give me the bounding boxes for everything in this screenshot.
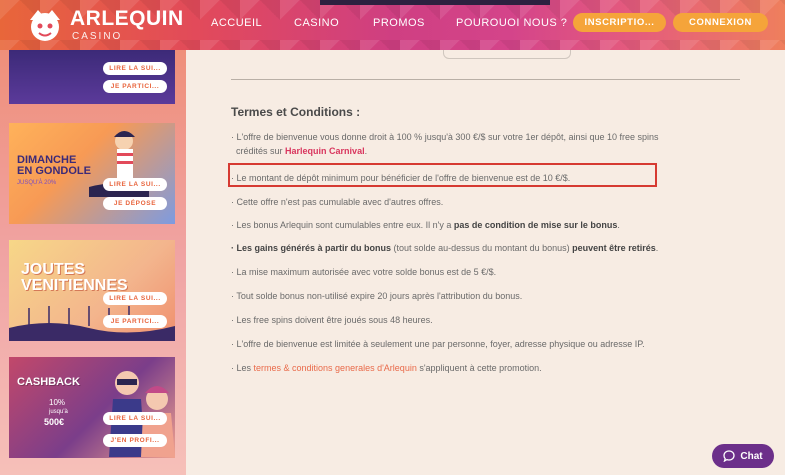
promo-card-joutes[interactable]: JOUTES VENITIENNES LIRE LA SUI... JE PART… [9,240,175,341]
logo-title: ARLEQUIN [70,7,184,30]
inscription-button[interactable]: INSCRIPTIO... [573,13,666,32]
participate-button[interactable]: JE PARTICI... [103,315,167,328]
content-tab-edge [443,50,571,59]
promo-card-cashback[interactable]: CASHBACK 10% jusqu'à 500€ LIRE LA SUI...… [9,357,175,458]
card-title: DIMANCHE EN GONDOLE [17,154,91,177]
card-title: JOUTES VENITIENNES [21,261,128,294]
terms-item: · Les bonus Arlequin sont cumulables ent… [231,220,620,230]
card-amount: 500€ [44,417,65,427]
terms-item: · Cette offre n'est pas cumulable avec d… [231,197,444,207]
nav-accueil[interactable]: ACCUEIL [211,17,262,29]
logo[interactable]: ARLEQUIN CASINO [26,4,196,46]
terms-item: · Les gains générés à partir du bonus (t… [231,243,659,253]
connexion-button[interactable]: CONNEXION [673,13,768,32]
terms-item: · Les free spins doivent être joués sous… [231,315,433,325]
site-header: ARLEQUIN CASINO ACCUEIL CASINO PROMOS PO… [0,0,785,50]
terms-item: · L'offre de bienvenue est limitée à seu… [231,339,645,349]
promo-card-gondole[interactable]: DIMANCHE EN GONDOLE JUSQU'À 20% LIRE LA S… [9,123,175,224]
section-divider [231,79,740,80]
terms-item: · Les termes & conditions generales d'Ar… [231,363,542,373]
header-top-bar [320,0,550,5]
read-more-button[interactable]: LIRE LA SUI... [103,412,167,425]
read-more-button[interactable]: LIRE LA SUI... [103,62,167,75]
terms-item: · Tout solde bonus non-utilisé expire 20… [231,291,523,301]
terms-content: Termes et Conditions : · L'offre de bien… [186,50,785,475]
harlequin-carnival-link[interactable]: Harlequin Carnival [285,146,365,156]
logo-subtitle: CASINO [72,31,123,42]
card-upto: jusqu'à [49,409,68,415]
card-percent: 10% [49,398,66,407]
read-more-button[interactable]: LIRE LA SUI... [103,178,167,191]
chat-button[interactable]: Chat [712,444,774,468]
terms-heading: Termes et Conditions : [231,105,361,119]
terms-item: · L'offre de bienvenue vous donne droit … [231,132,659,156]
general-terms-link[interactable]: termes & conditions generales d'Arlequin [254,363,417,373]
chat-label: Chat [740,450,763,462]
read-more-button[interactable]: LIRE LA SUI... [103,292,167,305]
card-title: CASHBACK [17,376,80,388]
nav-casino[interactable]: CASINO [294,17,339,29]
participate-button[interactable]: JE PARTICI... [103,80,167,93]
card-subtitle: JUSQU'À 20% [17,180,57,186]
terms-item: · La mise maximum autorisée avec votre s… [231,267,497,277]
promo-sidebar: LIRE LA SUI... JE PARTICI... DIMANCHE EN … [0,50,186,475]
claim-button[interactable]: J'EN PROFI... [103,434,167,447]
highlight-annotation [228,163,657,187]
deposit-button[interactable]: JE DÉPOSE [103,197,167,210]
jester-logo-icon [30,10,60,41]
nav-pourquoi-nous[interactable]: POUROUOI NOUS ? [456,17,567,29]
promo-card[interactable]: LIRE LA SUI... JE PARTICI... [9,50,175,104]
nav-promos[interactable]: PROMOS [373,17,425,29]
chat-bubble-icon [723,450,736,462]
